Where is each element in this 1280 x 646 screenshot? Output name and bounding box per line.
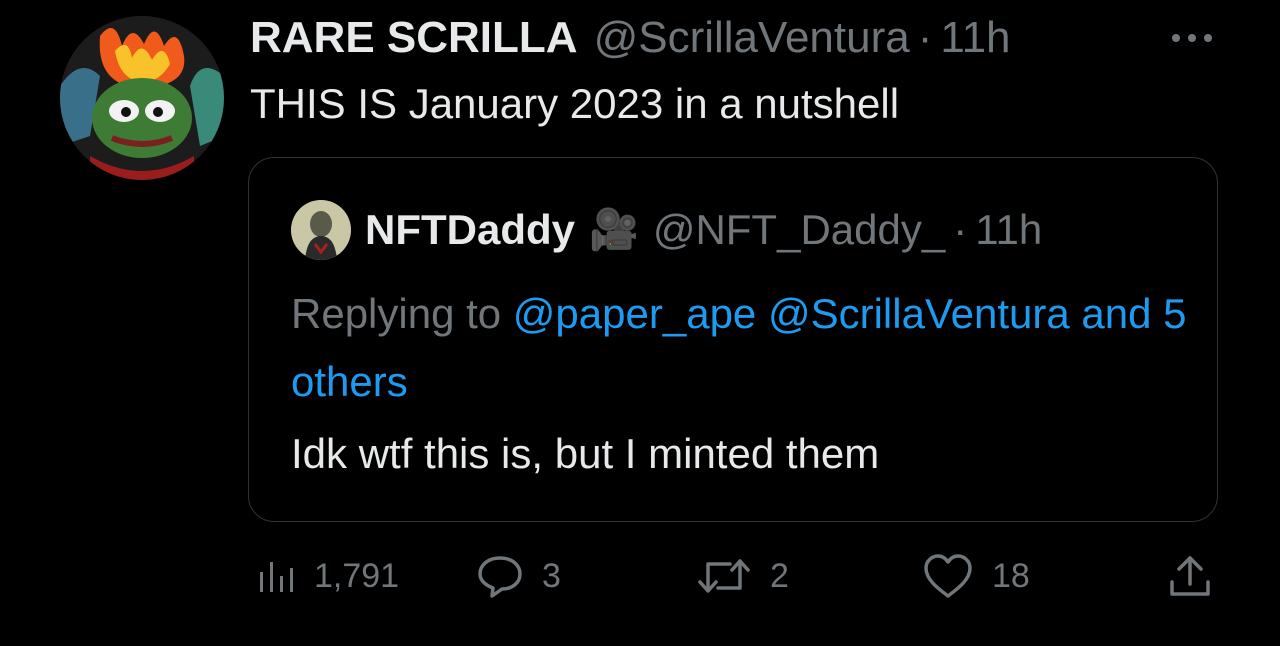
quoted-author-handle: @NFT_Daddy_ — [652, 206, 946, 253]
quoted-author-display-name: NFTDaddy — [365, 206, 575, 253]
retweet-button[interactable]: 2 — [696, 550, 789, 602]
more-options-button[interactable] — [1164, 22, 1220, 54]
analytics-bar-icon — [260, 562, 293, 592]
speech-bubble-icon — [478, 556, 522, 598]
quoted-tweet-timestamp: 11h — [975, 206, 1043, 253]
share-button[interactable] — [1166, 550, 1214, 602]
author-avatar[interactable] — [60, 16, 224, 180]
views-button[interactable]: 1,791 — [256, 550, 399, 602]
heart-icon — [924, 554, 972, 598]
more-horizontal-icon — [1172, 34, 1212, 42]
header-separator: · — [917, 13, 933, 62]
quoted-header-separator: · — [953, 206, 968, 253]
pepe-fire-avatar-image — [60, 16, 224, 180]
retweet-arrows-icon — [698, 559, 750, 593]
author-display-name[interactable]: RARE SCRILLA — [250, 12, 578, 64]
replying-to-prefix: Replying to — [291, 290, 502, 337]
reply-count: 3 — [542, 556, 561, 595]
mention-link[interactable]: @paper_ape — [513, 290, 757, 337]
quoted-tweet-header: NFTDaddy 🎥 @NFT_Daddy_ · 11h — [365, 204, 1042, 256]
tweet-timestamp[interactable]: 11h — [940, 12, 1010, 64]
retweet-count: 2 — [770, 556, 789, 595]
quoted-tweet-card[interactable]: NFTDaddy 🎥 @NFT_Daddy_ · 11h Replying to… — [248, 157, 1218, 522]
views-count: 1,791 — [314, 556, 400, 595]
nftdaddy-avatar-image — [291, 200, 351, 260]
quoted-author-avatar — [291, 200, 351, 260]
author-handle[interactable]: @ScrillaVentura — [594, 12, 910, 64]
tweet-header: RARE SCRILLA @ScrillaVentura · 11h — [250, 12, 1011, 64]
mention-link[interactable]: @ScrillaVentura — [768, 290, 1070, 337]
like-count: 18 — [992, 556, 1030, 595]
tweet-action-bar: 1,791 3 2 18 — [0, 550, 1280, 602]
share-upload-icon — [1170, 556, 1210, 596]
reply-button[interactable]: 3 — [476, 550, 561, 602]
tweet-text: THIS IS January 2023 in a nutshell — [250, 80, 900, 127]
like-button[interactable]: 18 — [922, 550, 1030, 602]
movie-camera-emoji-icon: 🎥 — [589, 208, 639, 252]
quoted-tweet-text: Idk wtf this is, but I minted them — [291, 430, 880, 477]
replying-to-line: Replying to @paper_ape @ScrillaVentura a… — [291, 280, 1191, 416]
